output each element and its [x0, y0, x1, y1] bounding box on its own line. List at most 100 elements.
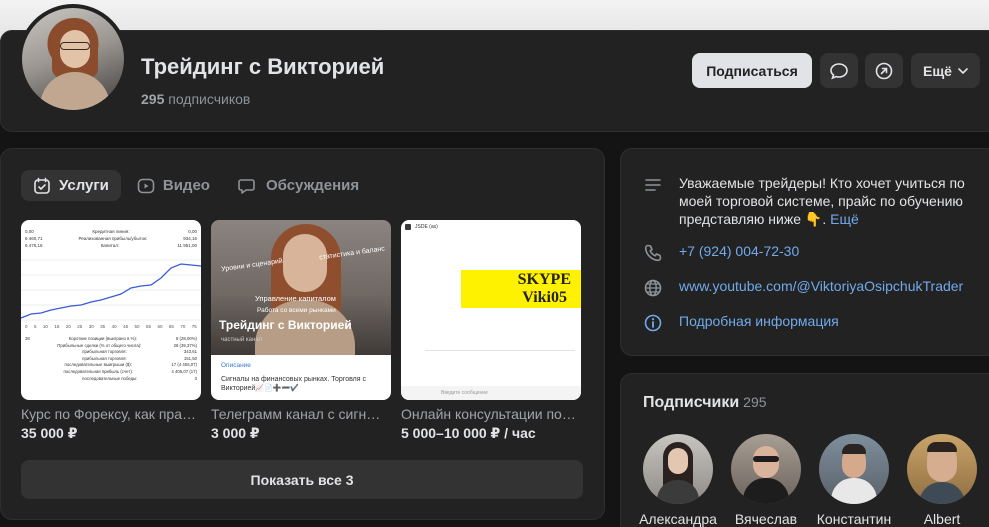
message-icon — [830, 62, 848, 79]
x-axis-tick: 40 — [111, 324, 117, 329]
stats-row: прибыльная торговля: 343,61 — [25, 349, 197, 356]
phone-icon — [644, 244, 662, 262]
x-axis-tick: 10 — [42, 324, 48, 329]
service-item[interactable]: JSDE (as) SKYPE Viki05 Введите сообщение… — [401, 220, 581, 442]
description-panel: Описание Сигналы на финансовых рынках. Т… — [211, 355, 391, 400]
subscriber-avatar — [907, 434, 977, 504]
avatar-hair — [927, 442, 957, 452]
service-thumbnail: JSDE (as) SKYPE Viki05 Введите сообщение — [401, 220, 581, 400]
stats-cell: Прибыльные сделки (% от общего числа): — [57, 342, 142, 348]
report-cell: Реализованная прибыль/убыток: — [78, 236, 148, 241]
subscribe-button[interactable]: Подписаться — [692, 53, 812, 88]
tab-discussions[interactable]: Обсуждения — [226, 170, 371, 201]
report-cell: 0,00 — [188, 229, 197, 234]
group-header: Трейдинг с Викторией 295 подписчиков Под… — [0, 4, 989, 132]
avatar-face — [753, 446, 779, 478]
service-thumbnail: 0,00 Кредитная линия: 0,00 6 460,71 Реализов… — [21, 220, 201, 400]
subscriber-name: Вячеслав — [734, 511, 798, 527]
info-icon — [644, 314, 662, 332]
phone-link[interactable]: +7 (924) 004-72-30 — [679, 243, 799, 259]
video-icon — [137, 178, 155, 193]
tab-label: Услуги — [59, 177, 109, 194]
stats-row: Прибыльные сделки (% от общего числа): 28… — [25, 343, 197, 350]
more-button[interactable]: Ещё — [911, 53, 980, 88]
stats-row: 38 Короткие позиции (выиграно в %): 8 (28,… — [25, 336, 197, 343]
message-bar-placeholder: Введите сообщение — [441, 390, 488, 396]
about-card: Уважаемые трейдеры! Кто хочет учиться по… — [620, 148, 989, 356]
x-axis-tick: 70 — [180, 324, 186, 329]
subscribers-number: 295 — [141, 91, 165, 107]
subscriber-name: Константин — [816, 511, 892, 527]
subscriber-avatar — [819, 434, 889, 504]
show-all-services-button[interactable]: Показать все 3 — [21, 460, 583, 499]
equity-curve-chart — [21, 259, 201, 321]
services-icon — [34, 177, 50, 194]
subscriber-item[interactable]: Albert — [898, 434, 986, 527]
group-avatar[interactable] — [18, 4, 128, 114]
subscriber-item[interactable]: Александра — [634, 434, 722, 527]
about-description-row: Уважаемые трейдеры! Кто хочет учиться по… — [643, 174, 979, 228]
report-row: 6 476,16 Капитал: 11 951,00 — [25, 242, 197, 249]
website-link[interactable]: www.youtube.com/@ViktoriyaOsipchukTrader — [679, 278, 963, 294]
report-row: 6 460,71 Реализованная прибыль/убыток: 934… — [25, 235, 197, 242]
x-axis-tick: 45 — [123, 324, 129, 329]
window-title: JSDE (as) — [415, 224, 438, 230]
subscribers-title-count: 295 — [743, 394, 767, 410]
x-axis-tick: 20 — [65, 324, 71, 329]
message-bar: Введите сообщение — [401, 386, 581, 400]
avatar-glasses — [60, 42, 90, 50]
stats-row: последовательная прибыль (счет): 4 406,07… — [25, 369, 197, 376]
website-row: www.youtube.com/@ViktoriyaOsipchukTrader — [643, 278, 963, 298]
avatar-shirt — [40, 72, 110, 110]
group-description: Уважаемые трейдеры! Кто хочет учиться по… — [679, 174, 979, 228]
stats-cell: 4 406,07 (17) — [171, 368, 197, 374]
avatar-face — [668, 448, 688, 474]
report-cell: 11 951,00 — [177, 243, 197, 248]
description-text: Сигналы на финансовых рынках. Торговля с… — [221, 376, 366, 392]
report-cell: Кредитная линия: — [92, 229, 130, 234]
tab-label: Видео — [162, 177, 210, 194]
subscriber-name: Albert — [923, 511, 961, 527]
stats-cell: 3 — [194, 375, 197, 381]
service-item[interactable]: статистика и баланс Уровни и сценарий Уп… — [211, 220, 391, 442]
report-cell: 934,16 — [183, 236, 197, 241]
report-cell: 6 460,71 — [25, 236, 43, 241]
x-axis-tick: 25 — [77, 324, 83, 329]
subscribers-count[interactable]: 295 подписчиков — [141, 91, 250, 107]
stats-row: прибыльная торговля: 151,50 — [25, 356, 197, 363]
share-button[interactable] — [865, 53, 903, 88]
discussions-icon — [238, 178, 255, 194]
description-text: Уважаемые трейдеры! Кто хочет учиться по… — [679, 175, 965, 227]
stats-cell: последовательные выигрыши ($): — [64, 362, 132, 368]
x-axis-tick: 50 — [134, 324, 140, 329]
tab-video[interactable]: Видео — [125, 170, 222, 201]
phone-row: +7 (924) 004-72-30 — [643, 243, 799, 263]
skype-banner: SKYPE Viki05 — [461, 270, 581, 308]
subscriber-item[interactable]: Константин — [810, 434, 898, 527]
subscriber-item[interactable]: Вячеслав — [722, 434, 810, 527]
x-axis-tick: 55 — [145, 324, 151, 329]
overlay-title: Трейдинг с Викторией — [219, 318, 352, 332]
divider — [425, 350, 575, 351]
subscribers-title[interactable]: Подписчики 295 — [643, 394, 767, 412]
avatar-hair — [842, 444, 866, 454]
group-title: Трейдинг с Викторией — [141, 54, 385, 79]
description-more-link[interactable]: Ещё — [830, 211, 859, 227]
service-item[interactable]: 0,00 Кредитная линия: 0,00 6 460,71 Реализов… — [21, 220, 201, 442]
stats-cell: 17 (4 406,07) — [171, 362, 197, 368]
service-price: 5 000–10 000 ₽ / час — [401, 425, 536, 441]
tab-services[interactable]: Услуги — [21, 170, 121, 201]
avatar-body — [919, 482, 965, 504]
avatar-body — [831, 478, 877, 504]
details-link[interactable]: Подробная информация — [679, 313, 839, 329]
description-icon — [645, 179, 661, 191]
x-axis-tick: 65 — [168, 324, 174, 329]
x-axis-tick: 5 — [33, 324, 37, 329]
service-price: 35 000 ₽ — [21, 425, 78, 441]
details-row: Подробная информация — [643, 313, 839, 333]
subscribers-label: подписчиков — [168, 91, 251, 107]
message-button[interactable] — [820, 53, 858, 88]
x-axis-tick: 60 — [157, 324, 163, 329]
stats-cell: прибыльная торговля: — [82, 349, 127, 355]
skype-banner-line2: Viki05 — [522, 289, 567, 306]
